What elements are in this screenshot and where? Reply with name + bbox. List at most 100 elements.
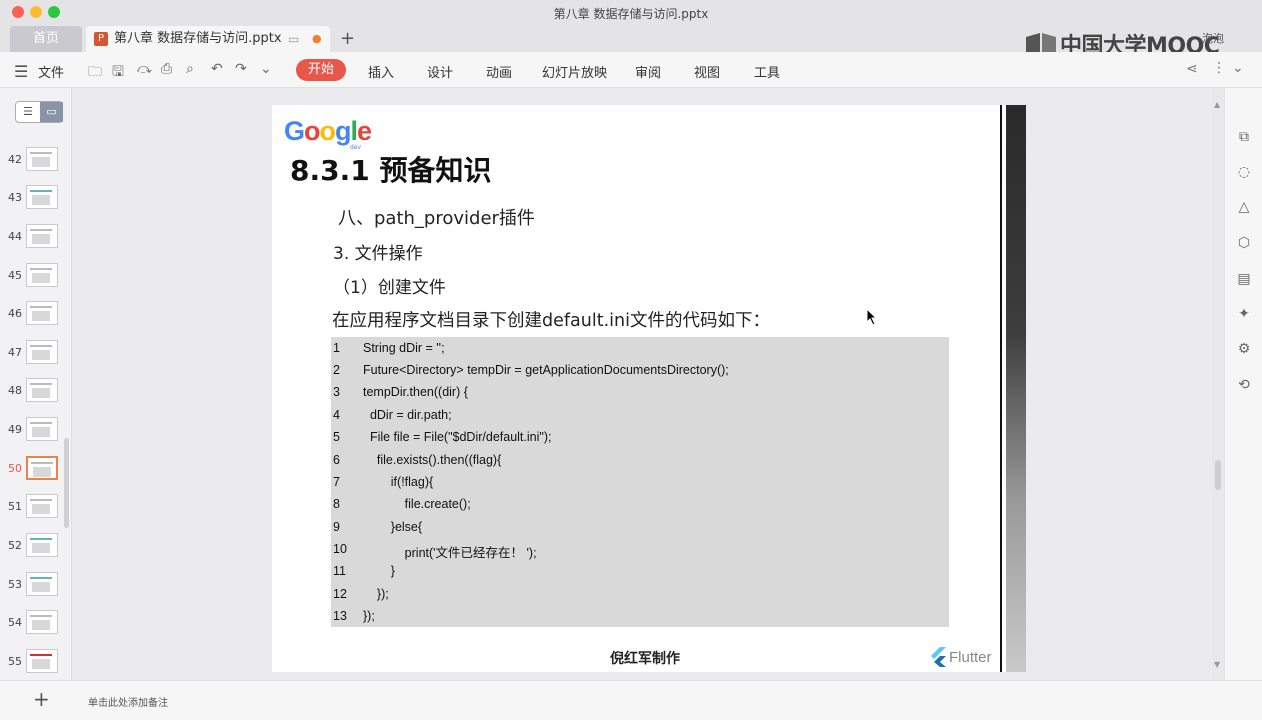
slide[interactable]: Google dev 8.3.1 预备知识 八、path_provider插件 … [272, 105, 1026, 672]
chat-icon[interactable]: ◌ [1235, 163, 1253, 181]
slide-thumb-54[interactable]: 54 [0, 610, 72, 640]
title-bar: 第八章 数据存储与访问.pptx [0, 0, 1262, 24]
slide-thumb-53[interactable]: 53 [0, 572, 72, 602]
slide-thumb-43[interactable]: 43 [0, 185, 72, 215]
slide-thumb-51[interactable]: 51 [0, 494, 72, 524]
slide-thumbnail[interactable] [26, 417, 58, 441]
slide-thumb-47[interactable]: 47 [0, 340, 72, 370]
transition-icon[interactable]: ▤ [1235, 270, 1253, 288]
tab-animation[interactable]: 动画 [486, 62, 512, 81]
flutter-icon [931, 647, 946, 667]
slide-thumb-42[interactable]: 42 [0, 147, 72, 177]
redo-icon[interactable]: ↷ [235, 61, 247, 77]
slide-number: 48 [8, 384, 22, 397]
tab-tools[interactable]: 工具 [754, 62, 780, 81]
slide-dark-strip [1006, 105, 1026, 672]
slide-thumb-49[interactable]: 49 [0, 417, 72, 447]
slide-thumbnail[interactable] [26, 340, 58, 364]
slide-thumbnail[interactable] [26, 301, 58, 325]
slide-thumbnail[interactable] [26, 494, 58, 518]
slide-number: 49 [8, 423, 22, 436]
bullet-create-file[interactable]: （1）创建文件 [333, 273, 446, 298]
flutter-logo: Flutter [930, 645, 992, 669]
slide-thumbnail[interactable] [26, 185, 58, 209]
scroll-down-icon[interactable]: ▼ [1214, 660, 1220, 669]
code-intro-text[interactable]: 在应用程序文档目录下创建default.ini文件的代码如下： [332, 307, 770, 332]
user-name[interactable]: 泡泡 [1202, 30, 1224, 46]
share-icon[interactable]: ⋖ [1186, 61, 1198, 77]
tab-pin-icon[interactable]: ▭ [288, 26, 299, 52]
undo-icon[interactable]: ↶ [211, 61, 223, 77]
animation-icon[interactable]: ⬡ [1235, 234, 1253, 252]
thumbnail-view-icon[interactable]: ▭ [40, 102, 63, 122]
settings-icon[interactable]: ⚙ [1235, 340, 1253, 358]
slide-title[interactable]: 8.3.1 预备知识 [290, 149, 491, 189]
slide-number: 51 [8, 500, 22, 513]
thumbnail-scrollbar[interactable] [64, 438, 69, 528]
tab-home[interactable]: 首页 [10, 26, 82, 52]
slide-number: 53 [8, 578, 22, 591]
slide-thumb-48[interactable]: 48 [0, 378, 72, 408]
bullet-plugin[interactable]: 八、path_provider插件 [338, 204, 535, 230]
more-tools-icon[interactable]: ⌄ [260, 61, 272, 77]
slide-thumbnail[interactable] [26, 610, 58, 634]
slide-thumbnail[interactable] [26, 378, 58, 402]
slide-number: 43 [8, 191, 22, 204]
status-bar: + 单击此处添加备注 [0, 680, 1262, 720]
tab-start[interactable]: 开始 [296, 59, 347, 81]
ribbon: ☰ 文件 🗀 🖫 ⤼ ⎙ ⌕ ↶ ↷ ⌄ 开始 插入 设计 动画 幻灯片放映 审… [0, 52, 1262, 88]
slide-number: 52 [8, 539, 22, 552]
slide-number: 47 [8, 346, 22, 359]
code-block[interactable]: 1 String dDir = ''; 2 Future<Directory> te… [331, 337, 949, 627]
slide-thumb-45[interactable]: 45 [0, 263, 72, 293]
scroll-up-icon[interactable]: ▲ [1214, 100, 1220, 109]
author-credit: 倪红军制作 [610, 651, 680, 667]
flutter-label: Flutter [949, 648, 992, 666]
slide-thumbnail[interactable] [26, 533, 58, 557]
tab-view[interactable]: 视图 [694, 62, 720, 81]
slide-thumbnail[interactable] [26, 572, 58, 596]
slide-number: 46 [8, 307, 22, 320]
tab-document[interactable]: P 第八章 数据存储与访问.pptx ▭ ● [86, 26, 330, 52]
slide-thumb-44[interactable]: 44 [0, 224, 72, 254]
slide-canvas: Google dev 8.3.1 预备知识 八、path_provider插件 … [72, 88, 1212, 680]
folder-open-icon[interactable]: 🗀 [88, 61, 102, 85]
slide-thumbnail[interactable] [26, 263, 58, 287]
print-icon[interactable]: ⎙ [161, 61, 172, 77]
history-icon[interactable]: ⟲ [1235, 376, 1253, 394]
notes-placeholder[interactable]: 单击此处添加备注 [88, 694, 168, 709]
slide-thumbnail[interactable] [26, 147, 58, 171]
hamburger-menu-icon[interactable]: ☰ [14, 62, 28, 81]
slide-thumbnail[interactable] [26, 649, 58, 673]
slide-thumb-46[interactable]: 46 [0, 301, 72, 331]
slide-thumb-55[interactable]: 55 [0, 649, 72, 679]
outline-view-icon[interactable]: ☰ [16, 102, 40, 122]
tab-slideshow[interactable]: 幻灯片放映 [542, 62, 607, 81]
slide-thumbnail-active[interactable] [26, 456, 58, 480]
slide-thumb-52[interactable]: 52 [0, 533, 72, 563]
right-toolbar: ⧉ ◌ △ ⬡ ▤ ✦ ⚙ ⟲ [1224, 88, 1262, 680]
more-options-icon[interactable]: ⋮ [1212, 60, 1226, 76]
tab-design[interactable]: 设计 [427, 62, 453, 81]
view-toggle[interactable]: ☰ ▭ [15, 101, 63, 123]
canvas-scrollbar[interactable]: ▲ ▼ [1214, 100, 1222, 670]
save-icon[interactable]: 🖫 [112, 61, 124, 85]
add-slide-icon[interactable]: + [33, 687, 50, 711]
style-icon[interactable]: △ [1235, 198, 1253, 216]
tab-review[interactable]: 审阅 [635, 62, 661, 81]
new-tab-icon[interactable]: + [340, 26, 355, 52]
shape-icon[interactable]: ⧉ [1235, 128, 1253, 146]
slide-thumbnail[interactable] [26, 224, 58, 248]
pin-icon[interactable]: ✦ [1235, 305, 1253, 323]
bullet-file-ops[interactable]: 3. 文件操作 [333, 239, 423, 264]
slide-number: 44 [8, 230, 22, 243]
format-painter-icon[interactable]: ⤼ [137, 61, 152, 77]
collapse-ribbon-icon[interactable]: ⌄ [1232, 60, 1244, 76]
scroll-thumb[interactable] [1215, 460, 1221, 490]
tab-insert[interactable]: 插入 [368, 62, 394, 81]
slide-thumb-50[interactable]: 50 [0, 456, 72, 486]
slide-number: 54 [8, 616, 22, 629]
print-preview-icon[interactable]: ⌕ [186, 61, 194, 77]
file-menu[interactable]: 文件 [38, 62, 64, 81]
unsaved-dot-icon: ● [312, 32, 322, 45]
